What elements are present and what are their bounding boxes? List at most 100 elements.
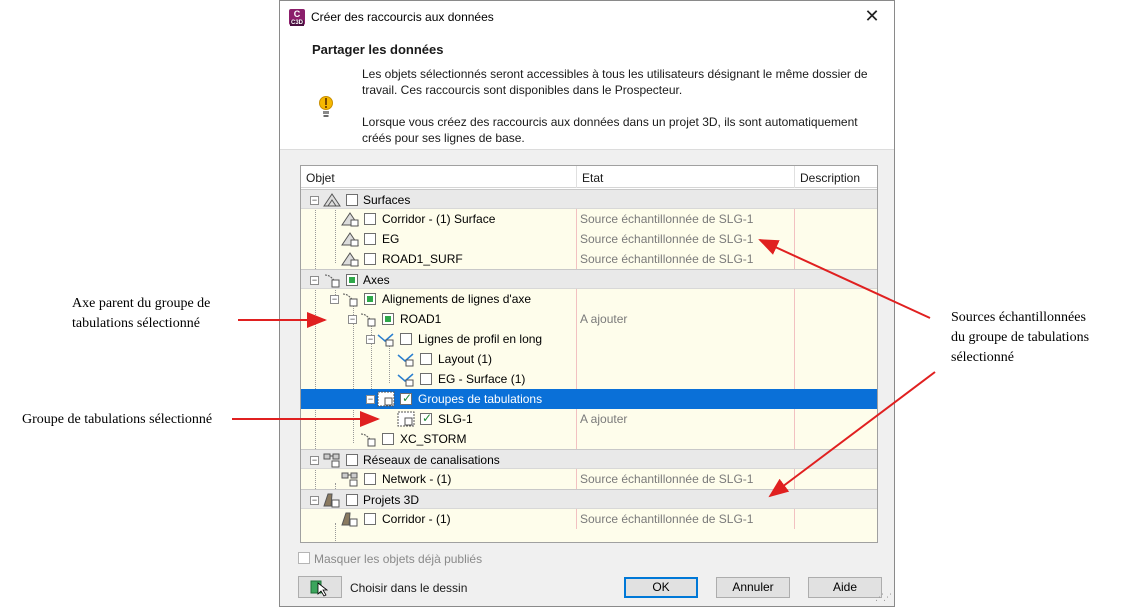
tree-state: A ajouter (580, 412, 628, 426)
title-bar[interactable]: C C3D Créer des raccourcis aux données ✕ (280, 1, 894, 32)
alignment-icon (324, 274, 340, 288)
collapse-toggle[interactable]: − (366, 395, 375, 404)
tree-row-corridor-surface[interactable]: Corridor - (1) Surface Source échantillo… (301, 209, 877, 229)
collapse-toggle[interactable]: − (366, 335, 375, 344)
surface-icon (341, 252, 359, 267)
annotation-parent-axis-line2: tabulations sélectionné (72, 316, 200, 331)
tree-label: Projets 3D (363, 493, 420, 507)
column-header-state[interactable]: Etat (582, 171, 603, 185)
checkbox[interactable] (364, 293, 376, 305)
tree-label: EG (382, 232, 400, 246)
column-header-object[interactable]: Objet (306, 171, 335, 185)
sample-line-group-icon (397, 411, 415, 427)
tree-header: Objet Etat Description (301, 166, 877, 188)
checkbox[interactable] (364, 213, 376, 225)
tree-row-pipe-networks[interactable]: − Réseaux de canalisations (301, 449, 877, 469)
tree-label: Groupes de tabulations (418, 392, 543, 406)
surface-icon (341, 212, 359, 227)
tree-label: Layout (1) (438, 352, 493, 366)
surface-icon (323, 193, 341, 207)
checkbox[interactable] (400, 333, 412, 345)
tree-row-centerline-alignments[interactable]: − Alignements de lignes d'axe (301, 289, 877, 309)
tree-row-network[interactable]: Network - (1) Source échantillonnée de S… (301, 469, 877, 489)
tree-row-profiles[interactable]: − Lignes de profil en long (301, 329, 877, 349)
annotation-selected-group: Groupe de tabulations sélectionné (22, 412, 213, 427)
collapse-toggle[interactable]: − (310, 496, 319, 505)
info-paragraph-2: Lorsque vous créez des raccourcis aux do… (362, 115, 858, 145)
annotation-parent-axis-line1: Axe parent du groupe de (72, 296, 211, 311)
tree-row-road1-surf[interactable]: ROAD1_SURF Source échantillonnée de SLG-… (301, 249, 877, 269)
sample-line-group-icon (377, 391, 395, 407)
checkbox[interactable] (382, 313, 394, 325)
ok-button[interactable]: OK (624, 577, 698, 598)
close-button[interactable]: ✕ (850, 1, 894, 32)
tree-state: Source échantillonnée de SLG-1 (580, 252, 754, 266)
tree-row-corridor-1[interactable]: Corridor - (1) Source échantillonnée de … (301, 509, 877, 529)
tree-state: Source échantillonnée de SLG-1 (580, 232, 754, 246)
collapse-toggle[interactable]: − (310, 196, 319, 205)
collapse-toggle[interactable]: − (330, 295, 339, 304)
tree-label: Corridor - (1) (382, 512, 451, 526)
checkbox[interactable] (364, 233, 376, 245)
section-title: Partager les données (312, 42, 444, 57)
info-panel: Partager les données Les objets sélectio… (280, 32, 894, 150)
tree-label: Lignes de profil en long (418, 332, 543, 346)
profile-icon (377, 333, 394, 347)
hide-published-checkbox[interactable] (298, 552, 310, 564)
alignment-icon (360, 433, 376, 447)
checkbox[interactable] (420, 353, 432, 365)
help-button[interactable]: Aide (808, 577, 882, 598)
tree-row-layout[interactable]: Layout (1) (301, 349, 877, 369)
collapse-toggle[interactable]: − (348, 315, 357, 324)
tree-row-xc-storm[interactable]: XC_STORM (301, 429, 877, 449)
annotation-sampled-line3: sélectionné (951, 350, 1014, 365)
info-text: Les objets sélectionnés seront accessibl… (362, 66, 872, 162)
tree-row-eg[interactable]: EG Source échantillonnée de SLG-1 (301, 229, 877, 249)
resize-grip-icon[interactable]: ⋰⋰ (875, 592, 892, 603)
tree-label: ROAD1_SURF (382, 252, 463, 266)
column-header-description[interactable]: Description (800, 171, 860, 185)
tree-row-slg-1[interactable]: SLG-1 A ajouter (301, 409, 877, 429)
tree-state: Source échantillonnée de SLG-1 (580, 472, 754, 486)
object-tree[interactable]: Objet Etat Description − Surfaces Corrid… (300, 165, 878, 543)
checkbox[interactable] (420, 411, 432, 425)
pipe-network-icon (341, 472, 358, 487)
civil3d-app-icon: C C3D (289, 9, 305, 26)
tree-row-road1[interactable]: − ROAD1 A ajouter (301, 309, 877, 329)
checkbox[interactable] (346, 494, 358, 506)
hide-published-label: Masquer les objets déjà publiés (314, 552, 483, 566)
pick-from-drawing-button[interactable] (298, 576, 342, 598)
checkbox[interactable] (364, 253, 376, 265)
tree-row-sample-line-groups[interactable]: − Groupes de tabulations (301, 389, 877, 409)
checkbox[interactable] (364, 473, 376, 485)
checkbox[interactable] (346, 454, 358, 466)
tree-row-eg-surface[interactable]: EG - Surface (1) (301, 369, 877, 389)
tree-label: XC_STORM (400, 432, 467, 446)
tree-state: Source échantillonnée de SLG-1 (580, 512, 754, 526)
tree-label: Alignements de lignes d'axe (382, 292, 532, 306)
checkbox[interactable] (420, 373, 432, 385)
create-data-shortcuts-dialog: C C3D Créer des raccourcis aux données ✕… (279, 0, 895, 607)
tree-label: Axes (363, 273, 390, 287)
corridor-icon (341, 512, 358, 527)
tree-row-axes[interactable]: − Axes (301, 269, 877, 289)
close-icon: ✕ (864, 6, 880, 26)
checkbox[interactable] (364, 513, 376, 525)
checkbox[interactable] (346, 194, 358, 206)
alignment-icon (360, 313, 376, 327)
cancel-button[interactable]: Annuler (716, 577, 790, 598)
tree-row-surfaces[interactable]: − Surfaces (301, 189, 877, 209)
checkbox[interactable] (382, 433, 394, 445)
corridor-icon (323, 493, 340, 508)
tree-state: A ajouter (580, 312, 628, 326)
collapse-toggle[interactable]: − (310, 456, 319, 465)
annotation-sampled-line2: du groupe de tabulations (951, 330, 1090, 345)
tree-body: − Surfaces Corridor - (1) Surface Source… (301, 189, 877, 543)
app-icon-letter: C (293, 9, 301, 19)
collapse-toggle[interactable]: − (310, 276, 319, 285)
profile-icon (397, 353, 414, 367)
app-icon-sub: C3D (290, 20, 304, 26)
checkbox[interactable] (400, 391, 412, 405)
tree-row-corridors[interactable]: − Projets 3D (301, 489, 877, 509)
checkbox[interactable] (346, 274, 358, 286)
